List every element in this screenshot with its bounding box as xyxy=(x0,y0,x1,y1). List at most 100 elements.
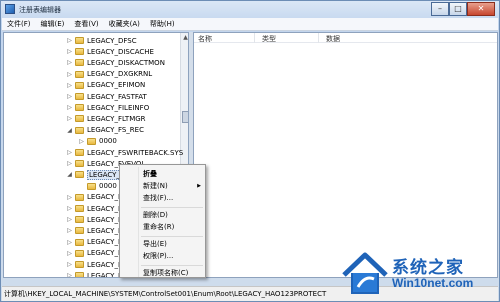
collapse-arrow-icon[interactable]: ◢ xyxy=(66,171,73,178)
window-controls: – □ ✕ xyxy=(431,2,495,16)
context-menu-item[interactable]: 复制项名称(C) xyxy=(143,268,188,279)
tree-node[interactable]: ▷ LEGACY_DISCACHE xyxy=(66,46,154,57)
menu-favorites[interactable]: 收藏夹(A) xyxy=(104,18,145,31)
folder-icon xyxy=(75,171,84,179)
expand-arrow-icon[interactable]: ▷ xyxy=(66,261,73,268)
column-divider xyxy=(254,33,255,43)
context-menu-item[interactable]: 重命名(R) xyxy=(143,222,174,233)
context-menu-item[interactable]: 折叠 xyxy=(143,169,157,180)
expand-arrow-icon[interactable]: ▷ xyxy=(66,227,73,234)
scroll-up-icon[interactable]: ▲ xyxy=(181,33,188,42)
tree-node-label: LEGACY_EFIMON xyxy=(87,81,146,90)
collapse-arrow-icon[interactable]: ◢ xyxy=(66,127,73,134)
folder-icon xyxy=(75,227,84,235)
folder-icon xyxy=(75,272,84,277)
tree-node[interactable]: ▷ LEGACY_FASTFAT xyxy=(66,91,147,102)
context-menu-item[interactable]: 删除(D) xyxy=(143,210,168,221)
values-list[interactable]: 名称 类型 数据 xyxy=(193,32,498,278)
folder-icon xyxy=(75,104,84,112)
maximize-button[interactable]: □ xyxy=(449,2,467,16)
folder-icon xyxy=(75,59,84,67)
column-type[interactable]: 类型 xyxy=(262,34,276,44)
folder-icon xyxy=(75,216,84,224)
tree-node[interactable]: ▷ LEGACY_FLTMGR xyxy=(66,113,146,124)
expand-arrow-icon[interactable]: ▷ xyxy=(66,194,73,201)
folder-icon xyxy=(75,70,84,78)
folder-icon xyxy=(75,261,84,268)
expand-arrow-icon[interactable]: ▷ xyxy=(66,59,73,66)
expand-arrow-icon[interactable]: ▷ xyxy=(66,205,73,212)
folder-icon xyxy=(75,126,84,134)
menu-separator xyxy=(141,265,203,266)
context-menu-item[interactable]: 权限(P)... xyxy=(143,251,173,262)
column-data[interactable]: 数据 xyxy=(326,34,340,44)
scroll-thumb[interactable] xyxy=(182,111,188,123)
context-menu-item[interactable]: 新建(N) xyxy=(143,181,168,192)
tree-node[interactable]: ◢ LEGACY_FS_REC xyxy=(66,125,144,136)
folder-icon xyxy=(75,205,84,212)
menu-view[interactable]: 查看(V) xyxy=(69,18,103,31)
tree-node[interactable]: ▷ LEGACY_KS xyxy=(66,248,127,259)
context-menu-item[interactable]: 查找(F)... xyxy=(143,193,173,204)
folder-icon xyxy=(75,160,84,168)
tree-node[interactable]: ▷ LEGACY_FSWRITEBACK.SYS xyxy=(66,147,183,158)
expand-arrow-icon[interactable]: ▷ xyxy=(66,239,73,246)
expand-arrow-icon[interactable]: ▷ xyxy=(66,71,73,78)
house-logo-icon xyxy=(342,252,388,294)
window-title: 注册表编辑器 xyxy=(19,6,61,14)
folder-icon xyxy=(75,193,84,201)
expand-arrow-icon[interactable]: ▷ xyxy=(78,138,85,145)
tree-node-label: LEGACY_FLTMGR xyxy=(87,114,146,123)
expand-arrow-icon[interactable]: ▷ xyxy=(66,149,73,156)
expand-arrow-icon[interactable]: ▷ xyxy=(66,93,73,100)
tree-node-label: LEGACY_FILEINFO xyxy=(87,103,150,112)
list-header: 名称 类型 数据 xyxy=(194,33,497,43)
folder-icon xyxy=(75,81,84,89)
tree-node-label: LEGACY_DISKACTMON xyxy=(87,58,165,67)
expand-arrow-icon[interactable]: ▷ xyxy=(66,115,73,122)
tree-node-label: LEGACY_FSWRITEBACK.SYS xyxy=(87,148,184,157)
context-menu: 折叠 新建(N) ▶ 查找(F)... 删除(D) 重命名(R) 导出(E) 权限(P)...… xyxy=(119,164,206,278)
menu-bar: 文件(F) 编辑(E) 查看(V) 收藏夹(A) 帮助(H) xyxy=(2,18,498,31)
expand-arrow-icon[interactable]: ▷ xyxy=(66,216,73,223)
tree-node[interactable]: ▷ 0000 xyxy=(78,136,117,147)
tree-node[interactable]: ▷ LEGACY_DFSC xyxy=(66,35,137,46)
regedit-icon xyxy=(5,4,15,14)
expand-arrow-icon[interactable]: ▷ xyxy=(66,250,73,257)
expand-arrow-icon[interactable]: ▷ xyxy=(66,272,73,277)
menu-separator xyxy=(141,236,203,237)
expand-arrow-icon[interactable]: ▷ xyxy=(66,82,73,89)
folder-icon xyxy=(75,93,84,100)
tree-node[interactable]: ▷ LEGACY_DISKACTMON xyxy=(66,57,165,68)
tree-node-label: LEGACY_DFSC xyxy=(87,36,137,45)
expand-arrow-icon[interactable]: ▷ xyxy=(66,160,73,167)
tree-node[interactable]: ▷ LEGACY_IP xyxy=(66,225,124,236)
column-name[interactable]: 名称 xyxy=(198,34,212,44)
tree-node[interactable]: ▷ LEGACY_DXGKRNL xyxy=(66,69,152,80)
folder-icon xyxy=(75,48,84,56)
tree-node-label: LEGACY_FS_REC xyxy=(87,126,144,135)
menu-gutter xyxy=(138,167,139,277)
tree-node[interactable]: ▷ LEGACY_KE xyxy=(66,237,127,248)
context-menu-item[interactable]: 导出(E) xyxy=(143,239,167,250)
submenu-arrow-icon: ▶ xyxy=(197,183,201,189)
tree-node-label: LEGACY_DISCACHE xyxy=(87,47,154,56)
menu-help[interactable]: 帮助(H) xyxy=(145,18,180,31)
close-button[interactable]: ✕ xyxy=(467,2,495,16)
column-divider xyxy=(318,33,319,43)
menu-separator xyxy=(141,207,203,208)
tree-node[interactable]: ▷ LEGACY_EFIMON xyxy=(66,80,145,91)
minimize-button[interactable]: – xyxy=(431,2,449,16)
menu-edit[interactable]: 编辑(E) xyxy=(36,18,70,31)
expand-arrow-icon[interactable]: ▷ xyxy=(66,37,73,44)
tree-node[interactable]: ▷ LEGACY_KS xyxy=(66,259,127,270)
folder-icon xyxy=(87,182,96,190)
menu-file[interactable]: 文件(F) xyxy=(2,18,36,31)
expand-arrow-icon[interactable]: ▷ xyxy=(66,48,73,55)
title-bar: 注册表编辑器 – □ ✕ xyxy=(1,1,499,18)
tree-node[interactable]: ▷ LEGACY_FILEINFO xyxy=(66,102,149,113)
tree-node[interactable]: ▷ LEGACY_LL xyxy=(66,270,126,277)
tree-node-label: LEGACY_DXGKRNL xyxy=(87,70,153,79)
expand-arrow-icon[interactable]: ▷ xyxy=(66,104,73,111)
tree-node[interactable]: 0000 xyxy=(78,181,117,192)
